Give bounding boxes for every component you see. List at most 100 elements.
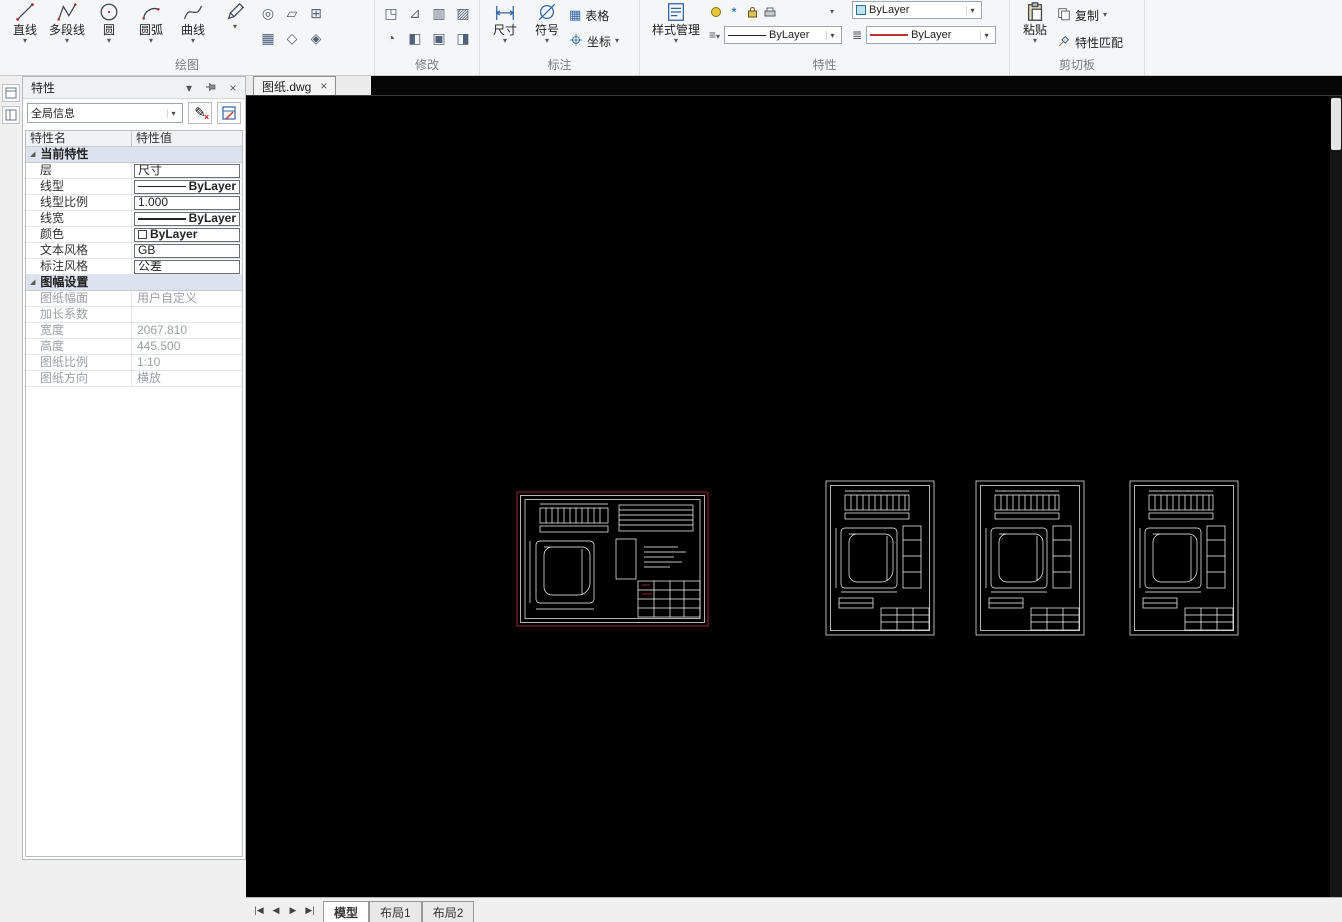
rotate-tool-icon[interactable]: ◔	[380, 27, 402, 49]
polyline-tool-button[interactable]: 多段线 ▾	[47, 0, 87, 45]
property-value-field[interactable]: ByLayer	[134, 211, 240, 226]
coordinate-tool-button[interactable]: 坐标 ▾	[569, 30, 619, 52]
property-value-field[interactable]: 1.000	[134, 195, 240, 210]
palette-title-bar[interactable]: 特性 ▾ ×	[23, 77, 245, 99]
property-row[interactable]: 线型 ByLayer	[26, 179, 242, 195]
property-row[interactable]: 加长系数	[26, 307, 242, 323]
vertical-scrollbar[interactable]	[1330, 96, 1342, 897]
move-tool-icon[interactable]: ◳	[380, 2, 402, 24]
block-tool-icon[interactable]: ⊞	[305, 2, 327, 24]
property-row[interactable]: 颜色 ByLayer	[26, 227, 242, 243]
property-value[interactable]: 尺寸	[132, 163, 242, 178]
mirror-tool-icon[interactable]: ◧	[404, 27, 426, 49]
symbol-tool-button[interactable]: 符号 ▾	[527, 0, 567, 45]
property-row[interactable]: 图纸比例 1:10	[26, 355, 242, 371]
property-row[interactable]: 层尺寸	[26, 163, 242, 179]
color-combobox[interactable]: ByLayer ▾	[852, 1, 983, 19]
hatch-tool-icon[interactable]: ▦	[257, 27, 279, 49]
region-tool-icon[interactable]: ◈	[305, 27, 327, 49]
erase-tool-icon[interactable]: ▣	[428, 27, 450, 49]
dock-panel-button-1[interactable]	[2, 84, 20, 102]
copy-button[interactable]: 复制 ▾	[1057, 4, 1123, 26]
first-sheet-icon[interactable]: |◀	[251, 905, 267, 916]
point-tool-icon[interactable]: ◎	[257, 2, 279, 24]
lineweight-menu-icon[interactable]: ≣	[852, 28, 862, 42]
properties-table-header: 特性名 特性值	[26, 131, 242, 147]
property-value-text: GB	[138, 243, 156, 257]
property-row[interactable]: 图纸方向 横放	[26, 371, 242, 387]
property-row[interactable]: 文本风格 GB	[26, 243, 242, 259]
linetype-menu-icon[interactable]: ≡▾	[709, 28, 720, 42]
property-row[interactable]: 标注风格 公差	[26, 259, 242, 275]
property-value[interactable]: 公差	[132, 259, 242, 274]
property-name: 图纸比例	[26, 355, 132, 370]
line-tool-button[interactable]: 直线 ▾	[5, 0, 45, 45]
property-value-text: 尺寸	[138, 163, 163, 177]
property-row[interactable]: 图纸幅面 用户自定义	[26, 291, 242, 307]
next-sheet-icon[interactable]: ▶	[285, 905, 301, 916]
properties-group-label: 特性	[812, 58, 837, 72]
polyline-tool-label: 多段线	[48, 23, 85, 37]
rectangle-tool-icon[interactable]: ▱	[281, 2, 303, 24]
property-group-header[interactable]: ◢ 当前特性	[26, 147, 242, 163]
document-tab[interactable]: 图纸.dwg ×	[253, 76, 337, 95]
spline-tool-button[interactable]: 曲线 ▾	[173, 0, 213, 45]
color-swatch-icon	[138, 230, 147, 239]
property-value[interactable]: ByLayer	[132, 211, 242, 226]
scrollbar-thumb[interactable]	[1331, 98, 1341, 150]
close-icon[interactable]: ×	[320, 80, 327, 92]
offset-tool-icon[interactable]: ▥	[428, 2, 450, 24]
style-manager-button[interactable]: 样式管理 ▾	[645, 0, 707, 45]
property-value[interactable]: GB	[132, 243, 242, 258]
chevron-down-icon: ▾	[502, 36, 507, 45]
lineweight-combobox[interactable]: ByLayer ▾	[866, 26, 997, 44]
dock-panel-button-2[interactable]	[2, 106, 20, 124]
sketch-tool-button[interactable]: ▾	[215, 0, 255, 31]
arc-tool-button[interactable]: 圆弧 ▾	[131, 0, 171, 45]
tab-model[interactable]: 模型	[323, 901, 370, 922]
property-value[interactable]: ByLayer	[132, 179, 242, 194]
array-tool-icon[interactable]: ▨	[452, 2, 474, 24]
dimension-tool-button[interactable]: 尺寸 ▾	[485, 0, 525, 45]
table-tool-button[interactable]: ▦ 表格	[569, 4, 619, 26]
property-value[interactable]: ByLayer	[132, 227, 242, 242]
last-sheet-icon[interactable]: ▶|	[302, 905, 318, 916]
property-value[interactable]: 1.000	[132, 195, 242, 210]
property-row[interactable]: 线宽 ByLayer	[26, 211, 242, 227]
pin-icon[interactable]	[203, 81, 219, 95]
circle-tool-button[interactable]: 圆 ▾	[89, 0, 129, 45]
chevron-down-icon[interactable]: ▾	[181, 81, 197, 95]
tab-layout1[interactable]: 布局1	[369, 901, 422, 922]
cad-drawing-3[interactable]	[975, 480, 1085, 636]
scale-tool-icon[interactable]: ◨	[452, 27, 474, 49]
properties-table: 特性名 特性值 ◢ 当前特性层尺寸 线型 ByLayer 线型比例 1.000 线宽 ByLa…	[25, 130, 243, 857]
polygon-tool-icon[interactable]: ◇	[281, 27, 303, 49]
sheet-setup-button[interactable]	[217, 102, 241, 124]
property-row[interactable]: 高度 445.500	[26, 339, 242, 355]
edit-properties-button[interactable]: ✎ ×	[188, 102, 212, 124]
property-row[interactable]: 宽度 2067.810	[26, 323, 242, 339]
tab-layout2[interactable]: 布局2	[421, 901, 475, 922]
property-value-field[interactable]: ByLayer	[134, 179, 240, 194]
property-group-header[interactable]: ◢ 图幅设置	[26, 275, 242, 291]
close-icon[interactable]: ×	[225, 81, 241, 95]
linetype-sample-icon	[138, 217, 186, 220]
property-value-field[interactable]: GB	[134, 243, 240, 258]
drawing-canvas[interactable]	[246, 96, 1342, 897]
linetype-combobox[interactable]: ByLayer ▾	[724, 26, 843, 44]
properties-palette: 特性 ▾ × 全局信息 ▾ ✎ × 特性名 特性值 ◢ 当前特性 层 尺寸 线型…	[22, 76, 246, 860]
match-properties-button[interactable]: 特性匹配	[1057, 31, 1123, 53]
scope-combobox[interactable]: 全局信息 ▾	[27, 103, 183, 123]
property-value-field[interactable]: 公差	[134, 259, 240, 274]
cad-drawing-2[interactable]	[825, 480, 935, 636]
layer-control[interactable]: * ▾	[709, 1, 834, 23]
cad-drawing-4[interactable]	[1129, 480, 1239, 636]
property-value-field[interactable]: ByLayer	[134, 227, 240, 242]
paste-button[interactable]: 粘贴 ▾	[1015, 0, 1055, 45]
prev-sheet-icon[interactable]: ◀	[268, 905, 284, 916]
cad-drawing-selected[interactable]	[516, 491, 709, 627]
property-row[interactable]: 线型比例 1.000	[26, 195, 242, 211]
property-value: 2067.810	[137, 323, 188, 337]
trim-tool-icon[interactable]: ⊿	[404, 2, 426, 24]
property-value-field[interactable]: 尺寸	[134, 163, 240, 178]
